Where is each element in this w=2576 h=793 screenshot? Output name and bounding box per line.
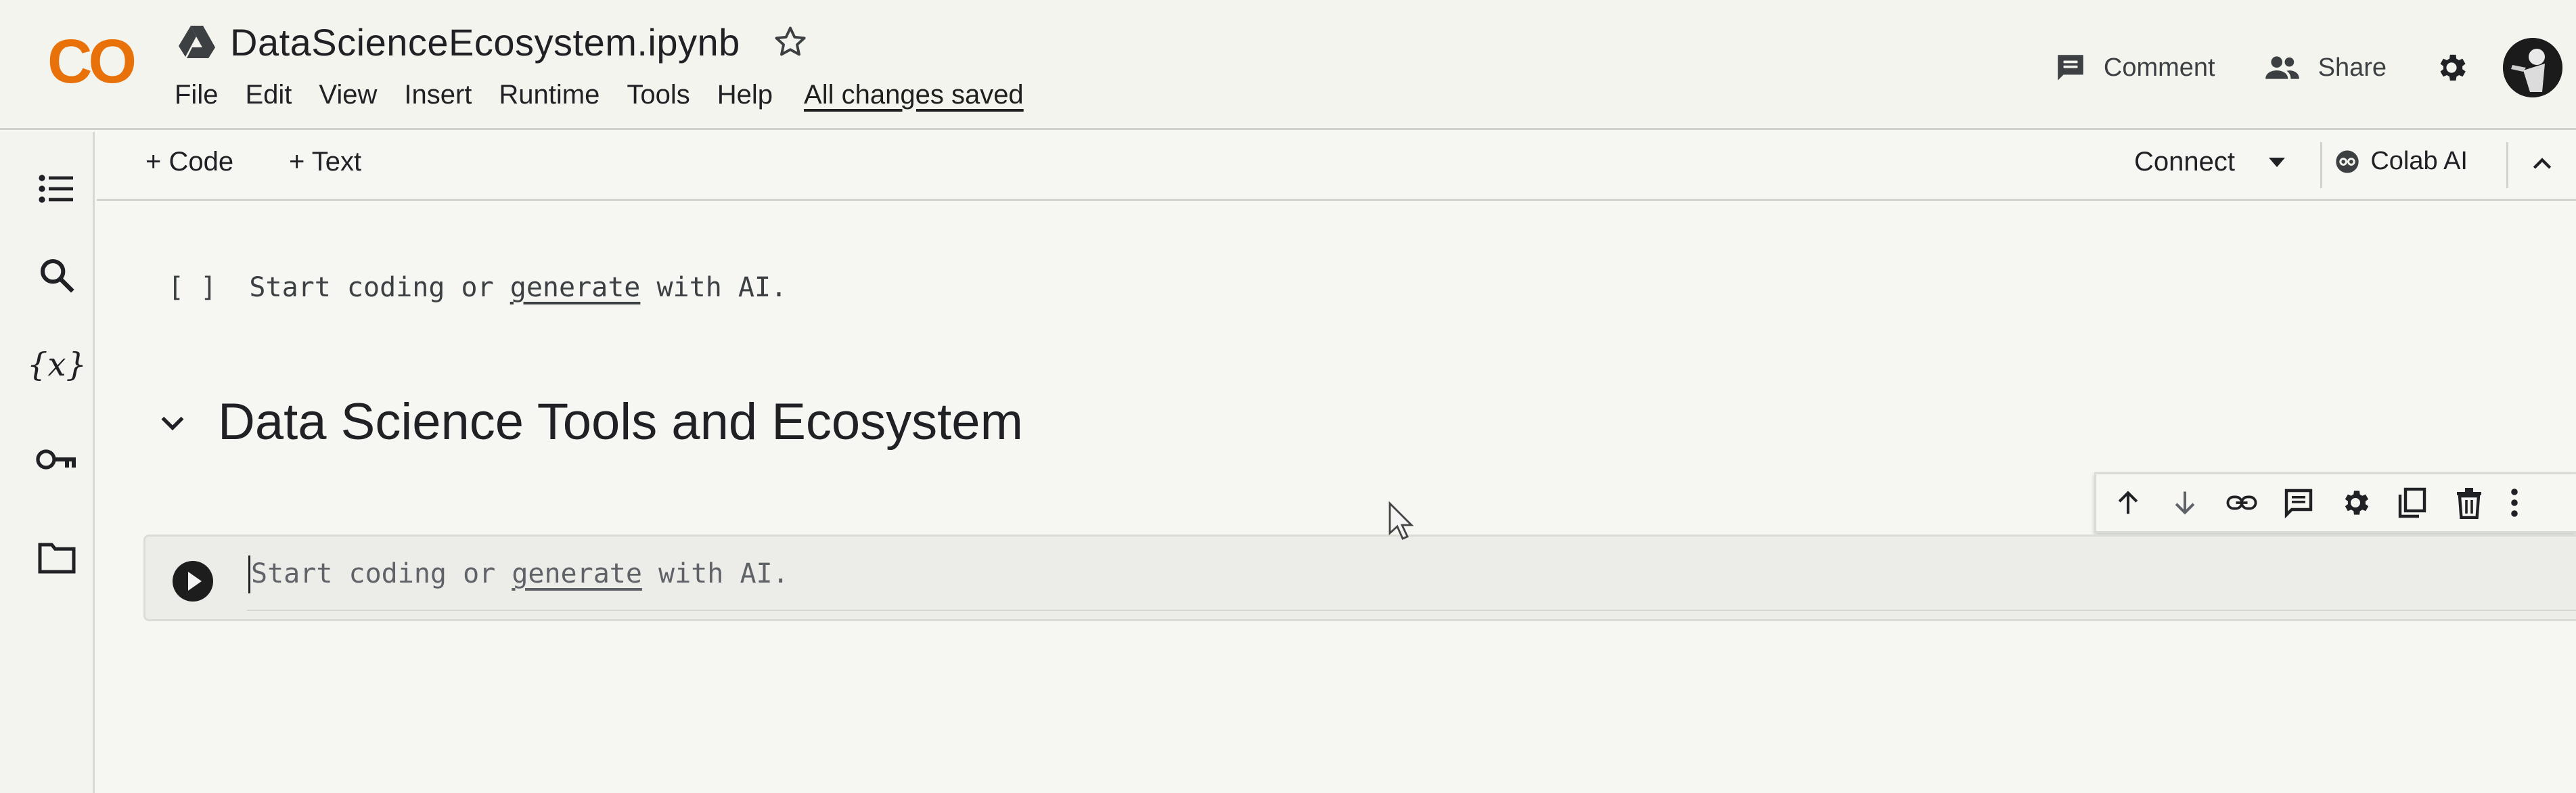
code-editor[interactable]: Start coding or generate with AI. xyxy=(251,558,789,589)
link-icon[interactable] xyxy=(2222,483,2261,522)
save-status[interactable]: All changes saved xyxy=(804,80,1024,110)
mouse-pointer-icon xyxy=(1388,501,1414,540)
cell-brackets: [ ] xyxy=(168,272,217,303)
add-text-button[interactable]: + Text xyxy=(289,147,361,177)
avatar[interactable] xyxy=(2503,38,2562,97)
menu-view[interactable]: View xyxy=(319,80,377,110)
people-icon xyxy=(2265,56,2299,79)
cell-placeholder-suffix: with AI. xyxy=(641,558,789,589)
menu-edit[interactable]: Edit xyxy=(245,80,292,110)
editor-underline xyxy=(247,610,2576,611)
comment-button[interactable]: Comment xyxy=(2054,51,2215,85)
colab-ai-label: Colab AI xyxy=(2370,147,2468,175)
markdown-heading-cell[interactable]: Data Science Tools and Ecosystem xyxy=(156,392,1023,451)
left-sidebar: {x} xyxy=(0,132,95,793)
toolbar-divider xyxy=(2506,142,2508,188)
notebook-toolbar: + Code + Text Connect Colab AI xyxy=(97,132,2576,201)
generate-link[interactable]: generate xyxy=(510,272,641,303)
menu-tools[interactable]: Tools xyxy=(627,80,690,110)
variables-glyph: {x} xyxy=(26,346,87,384)
menu-help[interactable]: Help xyxy=(717,80,773,110)
text-cursor xyxy=(248,556,250,593)
header-actions: Comment Share xyxy=(2054,34,2576,101)
comment-icon[interactable] xyxy=(2279,483,2318,522)
generate-link[interactable]: generate xyxy=(512,558,642,589)
header: CO DataScienceEcosystem.ipynb File Edit … xyxy=(0,0,2576,130)
chevron-up-icon[interactable] xyxy=(2529,151,2556,178)
move-down-icon[interactable] xyxy=(2165,483,2205,522)
logo-text: CO xyxy=(47,27,134,95)
menu-runtime[interactable]: Runtime xyxy=(499,80,600,110)
title-row: DataScienceEcosystem.ipynb xyxy=(177,15,808,69)
notebook-title[interactable]: DataScienceEcosystem.ipynb xyxy=(230,20,740,64)
star-icon[interactable] xyxy=(773,24,808,60)
cell-placeholder-prefix: Start coding or xyxy=(251,558,512,589)
active-code-cell[interactable]: Start coding or generate with AI. xyxy=(143,535,2576,621)
cell-placeholder-prefix: Start coding or xyxy=(249,272,510,303)
cell-toolbar xyxy=(2094,472,2576,533)
cell-placeholder-suffix: with AI. xyxy=(640,272,788,303)
comment-label: Comment xyxy=(2103,53,2215,82)
colab-ai-icon xyxy=(2336,150,2359,173)
chevron-down-icon[interactable] xyxy=(2269,157,2285,167)
share-button[interactable]: Share xyxy=(2263,51,2387,85)
menu-file[interactable]: File xyxy=(175,80,218,110)
gear-icon[interactable] xyxy=(2336,483,2375,522)
comment-icon xyxy=(2058,55,2083,81)
folder-icon[interactable] xyxy=(35,537,78,580)
add-code-button[interactable]: + Code xyxy=(145,147,233,177)
delete-icon[interactable] xyxy=(2449,483,2489,522)
colab-window: CO DataScienceEcosystem.ipynb File Edit … xyxy=(0,0,2576,793)
empty-code-cell[interactable]: [ ] Start coding or generate with AI. xyxy=(168,272,787,303)
share-label: Share xyxy=(2318,53,2387,82)
gear-icon[interactable] xyxy=(2434,50,2469,85)
key-icon[interactable] xyxy=(35,438,78,481)
toolbar-divider xyxy=(2320,142,2322,188)
search-icon[interactable] xyxy=(35,254,78,297)
avatar-image xyxy=(2503,38,2562,97)
mirror-cell-icon[interactable] xyxy=(2393,483,2432,522)
section-heading: Data Science Tools and Ecosystem xyxy=(218,393,1023,451)
table-of-contents-icon[interactable] xyxy=(35,167,78,210)
collapse-section-icon[interactable] xyxy=(156,405,189,439)
menu-bar: File Edit View Insert Runtime Tools Help… xyxy=(175,76,1024,114)
more-options-icon[interactable] xyxy=(2506,483,2523,522)
colab-ai-button[interactable]: Colab AI xyxy=(2334,147,2468,176)
menu-insert[interactable]: Insert xyxy=(404,80,472,110)
connect-button[interactable]: Connect xyxy=(2134,147,2285,177)
variables-icon[interactable]: {x} xyxy=(26,343,87,386)
move-up-icon[interactable] xyxy=(2108,483,2148,522)
connect-label: Connect xyxy=(2134,147,2235,177)
drive-icon xyxy=(179,26,215,58)
colab-logo[interactable]: CO xyxy=(47,27,149,95)
run-cell-button[interactable] xyxy=(173,561,213,602)
